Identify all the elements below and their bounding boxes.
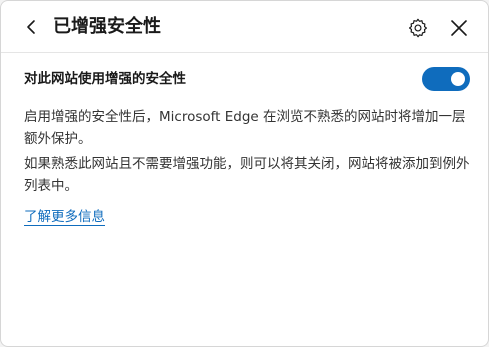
page-title: 已增强安全性: [53, 16, 161, 37]
gear-icon: [408, 18, 428, 38]
back-button[interactable]: [19, 15, 43, 39]
exception-paragraph: 如果熟悉此网站且不需要增强功能，则可以将其关闭，网站将被添加到例外列表中。: [24, 156, 470, 194]
panel-header: 已增强安全性: [1, 1, 488, 53]
learn-more-link[interactable]: 了解更多信息: [24, 207, 105, 227]
description-paragraph: 启用增强的安全性后，Microsoft Edge 在浏览不熟悉的网站时将增加一层…: [24, 109, 466, 147]
toggle-knob: [451, 72, 465, 86]
close-button[interactable]: [446, 15, 472, 41]
chevron-left-icon: [27, 20, 35, 34]
enhanced-security-toggle[interactable]: [422, 67, 470, 91]
site-security-panel: 已增强安全性 对此网站使用增强的安全性 启用增强的安全性后，Microsoft …: [0, 0, 489, 347]
enhanced-security-label: 对此网站使用增强的安全性: [24, 71, 186, 87]
settings-button[interactable]: [405, 15, 431, 41]
close-icon: [451, 20, 467, 36]
